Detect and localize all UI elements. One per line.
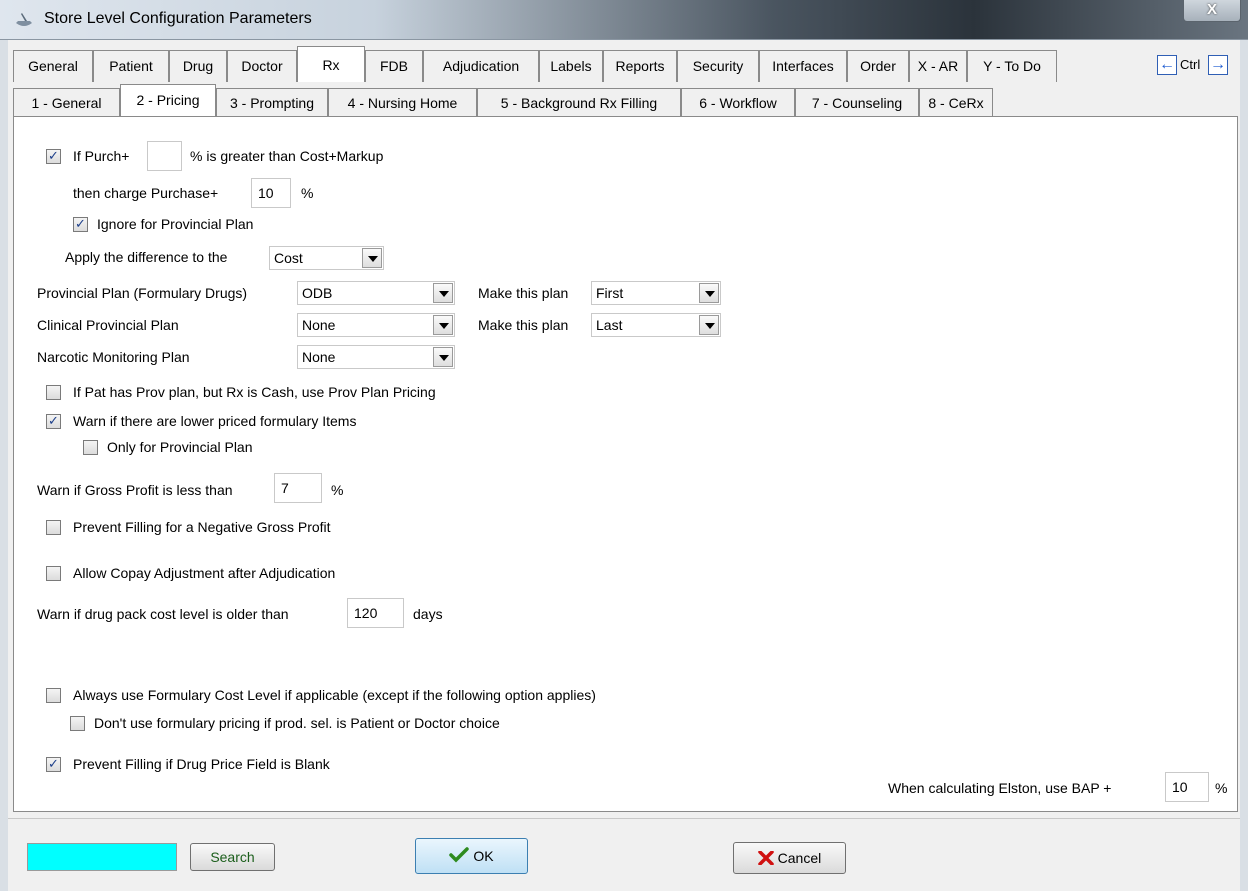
search-input[interactable]	[27, 843, 177, 871]
close-icon: X	[1206, 1, 1217, 18]
search-button-label: Search	[210, 849, 255, 865]
chevron-down-icon[interactable]	[433, 315, 453, 335]
tab-adjudication[interactable]: Adjudication	[423, 50, 539, 82]
warn-gp-input[interactable]: 7	[274, 473, 322, 503]
elston-unit: %	[1215, 780, 1228, 796]
left-arrow-icon[interactable]: ←	[1157, 55, 1177, 75]
tab-drug[interactable]: Drug	[169, 50, 227, 82]
tab-interfaces[interactable]: Interfaces	[759, 50, 847, 82]
warn-lower-checkbox[interactable]	[46, 413, 61, 429]
tab-rx[interactable]: Rx	[297, 46, 365, 82]
ignore-prov-label: Ignore for Provincial Plan	[97, 216, 254, 232]
right-arrow-icon[interactable]: →	[1208, 55, 1228, 75]
apply-diff-label: Apply the difference to the	[65, 249, 228, 265]
tab-fdb[interactable]: FDB	[365, 50, 423, 82]
chevron-down-icon[interactable]	[433, 347, 453, 367]
tab-order[interactable]: Order	[847, 50, 909, 82]
title-bar: Store Level Configuration Parameters X	[0, 0, 1248, 40]
tab-general[interactable]: General	[13, 50, 93, 82]
tab-6-workflow[interactable]: 6 - Workflow	[681, 88, 795, 116]
prov-plan-value: ODB	[302, 285, 333, 301]
tab-y-todo[interactable]: Y - To Do	[967, 50, 1057, 82]
pat-prov-cash-label: If Pat has Prov plan, but Rx is Cash, us…	[73, 384, 436, 400]
tab-3-prompting[interactable]: 3 - Prompting	[216, 88, 328, 116]
prevent-neg-gp-checkbox[interactable]	[46, 520, 61, 535]
x-icon	[758, 850, 774, 866]
tab-reports[interactable]: Reports	[603, 50, 677, 82]
prevent-blank-checkbox[interactable]	[46, 756, 61, 772]
tab-x-ar[interactable]: X - AR	[909, 50, 967, 82]
narcotic-plan-select[interactable]: None	[297, 345, 455, 369]
cancel-button[interactable]: Cancel	[733, 842, 846, 874]
prevent-neg-gp-label: Prevent Filling for a Negative Gross Pro…	[73, 519, 331, 535]
tab-patient[interactable]: Patient	[93, 50, 169, 82]
pat-prov-cash-checkbox[interactable]	[46, 385, 61, 400]
narcotic-plan-value: None	[302, 349, 336, 365]
warn-gp-unit: %	[331, 482, 344, 498]
cancel-label: Cancel	[777, 850, 822, 866]
ctrl-label: Ctrl	[1180, 57, 1201, 72]
only-prov-checkbox[interactable]	[83, 440, 98, 455]
then-charge-label: then charge Purchase+	[73, 185, 219, 201]
tab-2-pricing[interactable]: 2 - Pricing	[120, 84, 216, 116]
prov-plan-label: Provincial Plan (Formulary Drugs)	[37, 285, 248, 301]
tab-security[interactable]: Security	[677, 50, 759, 82]
ok-label: OK	[473, 848, 494, 864]
narcotic-plan-label: Narcotic Monitoring Plan	[37, 349, 190, 365]
allow-copay-label: Allow Copay Adjustment after Adjudicatio…	[73, 565, 336, 581]
clinical-plan-select[interactable]: None	[297, 313, 455, 337]
always-formulary-label: Always use Formulary Cost Level if appli…	[73, 687, 596, 703]
dont-use-formulary-checkbox[interactable]	[70, 716, 85, 731]
warn-pack-unit: days	[413, 606, 443, 622]
ok-button[interactable]: OK	[415, 838, 528, 874]
chevron-down-icon[interactable]	[362, 248, 382, 268]
then-charge-unit: %	[301, 185, 314, 201]
apply-diff-select[interactable]: Cost	[269, 246, 384, 270]
clinical-plan-value: None	[302, 317, 336, 333]
checkmark-icon	[449, 847, 470, 863]
allow-copay-checkbox[interactable]	[46, 566, 61, 581]
make-plan-label-1: Make this plan	[478, 285, 569, 301]
tab-8-cerx[interactable]: 8 - CeRx	[919, 88, 993, 116]
chevron-down-icon[interactable]	[699, 283, 719, 303]
only-prov-label: Only for Provincial Plan	[107, 439, 253, 455]
prov-plan-select[interactable]: ODB	[297, 281, 455, 305]
ignore-prov-checkbox[interactable]	[73, 216, 88, 232]
make-plan-select-2[interactable]: Last	[591, 313, 721, 337]
make-plan-select-1[interactable]: First	[591, 281, 721, 305]
elston-input[interactable]: 10	[1165, 772, 1209, 802]
warn-gp-label: Warn if Gross Profit is less than	[37, 482, 233, 498]
tab-7-counseling[interactable]: 7 - Counseling	[795, 88, 919, 116]
dont-use-formulary-label: Don't use formulary pricing if prod. sel…	[94, 715, 500, 731]
app-icon	[16, 13, 32, 26]
elston-label: When calculating Elston, use BAP +	[888, 780, 1112, 796]
purch-prefix-label: If Purch+	[73, 148, 130, 164]
make-plan-label-2: Make this plan	[478, 317, 569, 333]
purch-suffix-label: % is greater than Cost+Markup	[190, 148, 384, 164]
clinical-plan-label: Clinical Provincial Plan	[37, 317, 179, 333]
then-charge-input[interactable]: 10	[251, 178, 291, 208]
window-title: Store Level Configuration Parameters	[44, 10, 312, 27]
apply-diff-value: Cost	[274, 250, 303, 266]
purch-percent-input[interactable]	[147, 141, 182, 171]
warn-lower-label: Warn if there are lower priced formulary…	[73, 413, 357, 429]
purch-checkbox[interactable]	[46, 148, 61, 164]
tab-4-nursing-home[interactable]: 4 - Nursing Home	[328, 88, 477, 116]
close-button[interactable]: X	[1183, 0, 1241, 22]
tab-5-background-rx-filling[interactable]: 5 - Background Rx Filling	[477, 88, 681, 116]
make-plan-value-1: First	[596, 285, 624, 301]
tab-1-general[interactable]: 1 - General	[13, 88, 120, 116]
make-plan-value-2: Last	[596, 317, 623, 333]
tab-doctor[interactable]: Doctor	[227, 50, 297, 82]
chevron-down-icon[interactable]	[699, 315, 719, 335]
prevent-blank-label: Prevent Filling if Drug Price Field is B…	[73, 756, 330, 772]
chevron-down-icon[interactable]	[433, 283, 453, 303]
warn-pack-label: Warn if drug pack cost level is older th…	[37, 606, 289, 622]
search-button[interactable]: Search	[190, 843, 275, 871]
warn-pack-input[interactable]: 120	[347, 598, 404, 628]
always-formulary-checkbox[interactable]	[46, 688, 61, 703]
tab-labels[interactable]: Labels	[539, 50, 603, 82]
